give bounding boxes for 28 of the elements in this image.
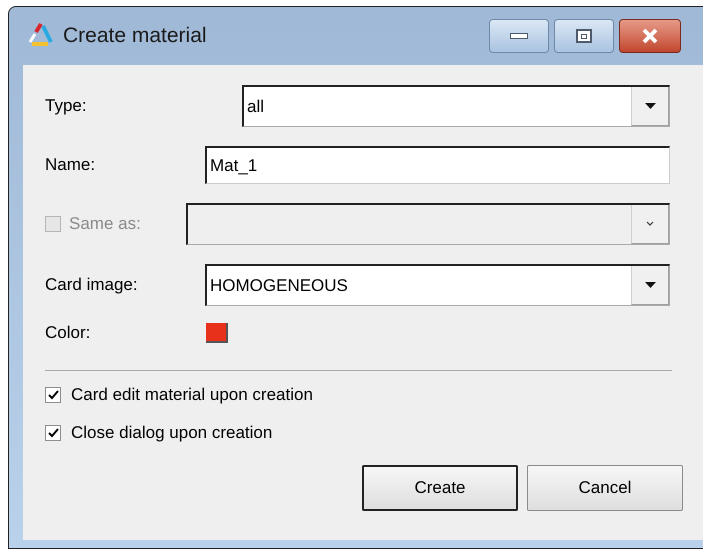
caret-icon	[644, 282, 656, 288]
type-dropdown[interactable]: all	[242, 85, 670, 127]
caret-icon	[644, 103, 656, 109]
name-field[interactable]: Mat_1	[205, 146, 670, 184]
color-swatch[interactable]	[206, 323, 228, 343]
minimize-icon	[510, 33, 528, 39]
minimize-button[interactable]	[489, 19, 549, 53]
checkbox[interactable]	[45, 387, 61, 403]
checkbox-label: Card edit material upon creation	[71, 384, 313, 406]
field-label: Name:	[45, 154, 96, 176]
card-image-dropdown[interactable]: HOMOGENEOUS	[205, 264, 670, 306]
field-label: Type:	[45, 95, 87, 118]
checkbox-label: Same as:	[69, 213, 141, 236]
maximize-icon	[576, 29, 592, 43]
close-button[interactable]	[619, 19, 681, 53]
same-as-dropdown[interactable]	[186, 203, 670, 245]
checkbox[interactable]	[45, 425, 61, 441]
dropdown-button[interactable]	[631, 266, 669, 305]
dialog-button[interactable]: Create	[362, 465, 518, 511]
dropdown-button[interactable]	[631, 87, 669, 126]
dialog-button[interactable]: Cancel	[527, 465, 683, 511]
checkbox-label: Close dialog upon creation	[71, 422, 272, 444]
field-label: Color:	[45, 322, 92, 344]
window-title: Create material	[63, 23, 207, 50]
close-icon	[641, 28, 659, 44]
maximize-button[interactable]	[554, 19, 614, 53]
field-label: Card image:	[45, 274, 138, 296]
caret-icon	[646, 221, 654, 227]
